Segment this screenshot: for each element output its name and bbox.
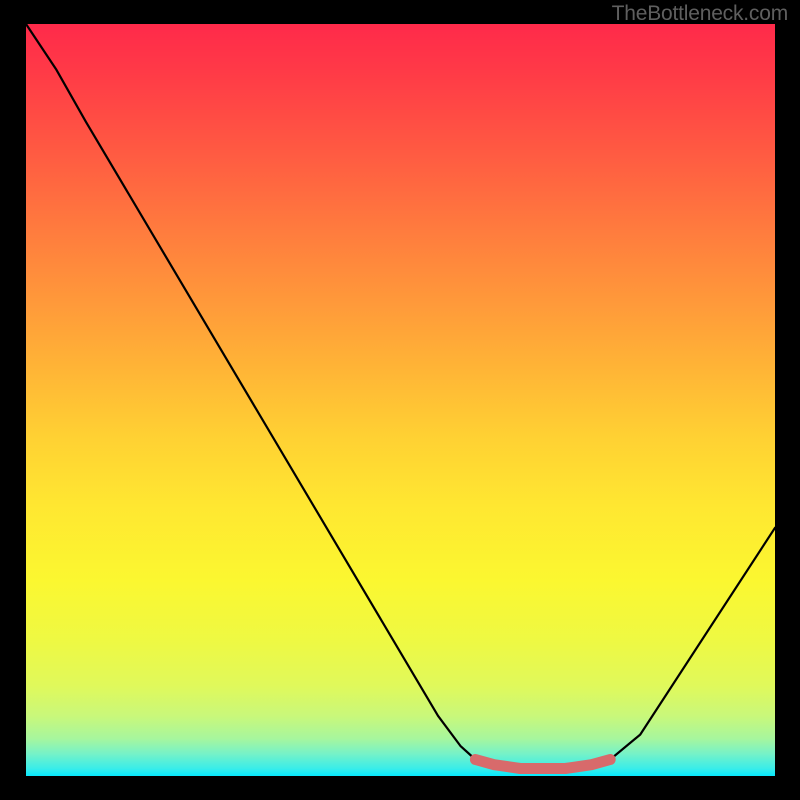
highlight-segment — [475, 760, 610, 769]
chart-svg — [26, 24, 775, 776]
curve-line — [26, 24, 775, 769]
chart-plot-area — [26, 24, 775, 776]
watermark-text: TheBottleneck.com — [612, 2, 788, 26]
